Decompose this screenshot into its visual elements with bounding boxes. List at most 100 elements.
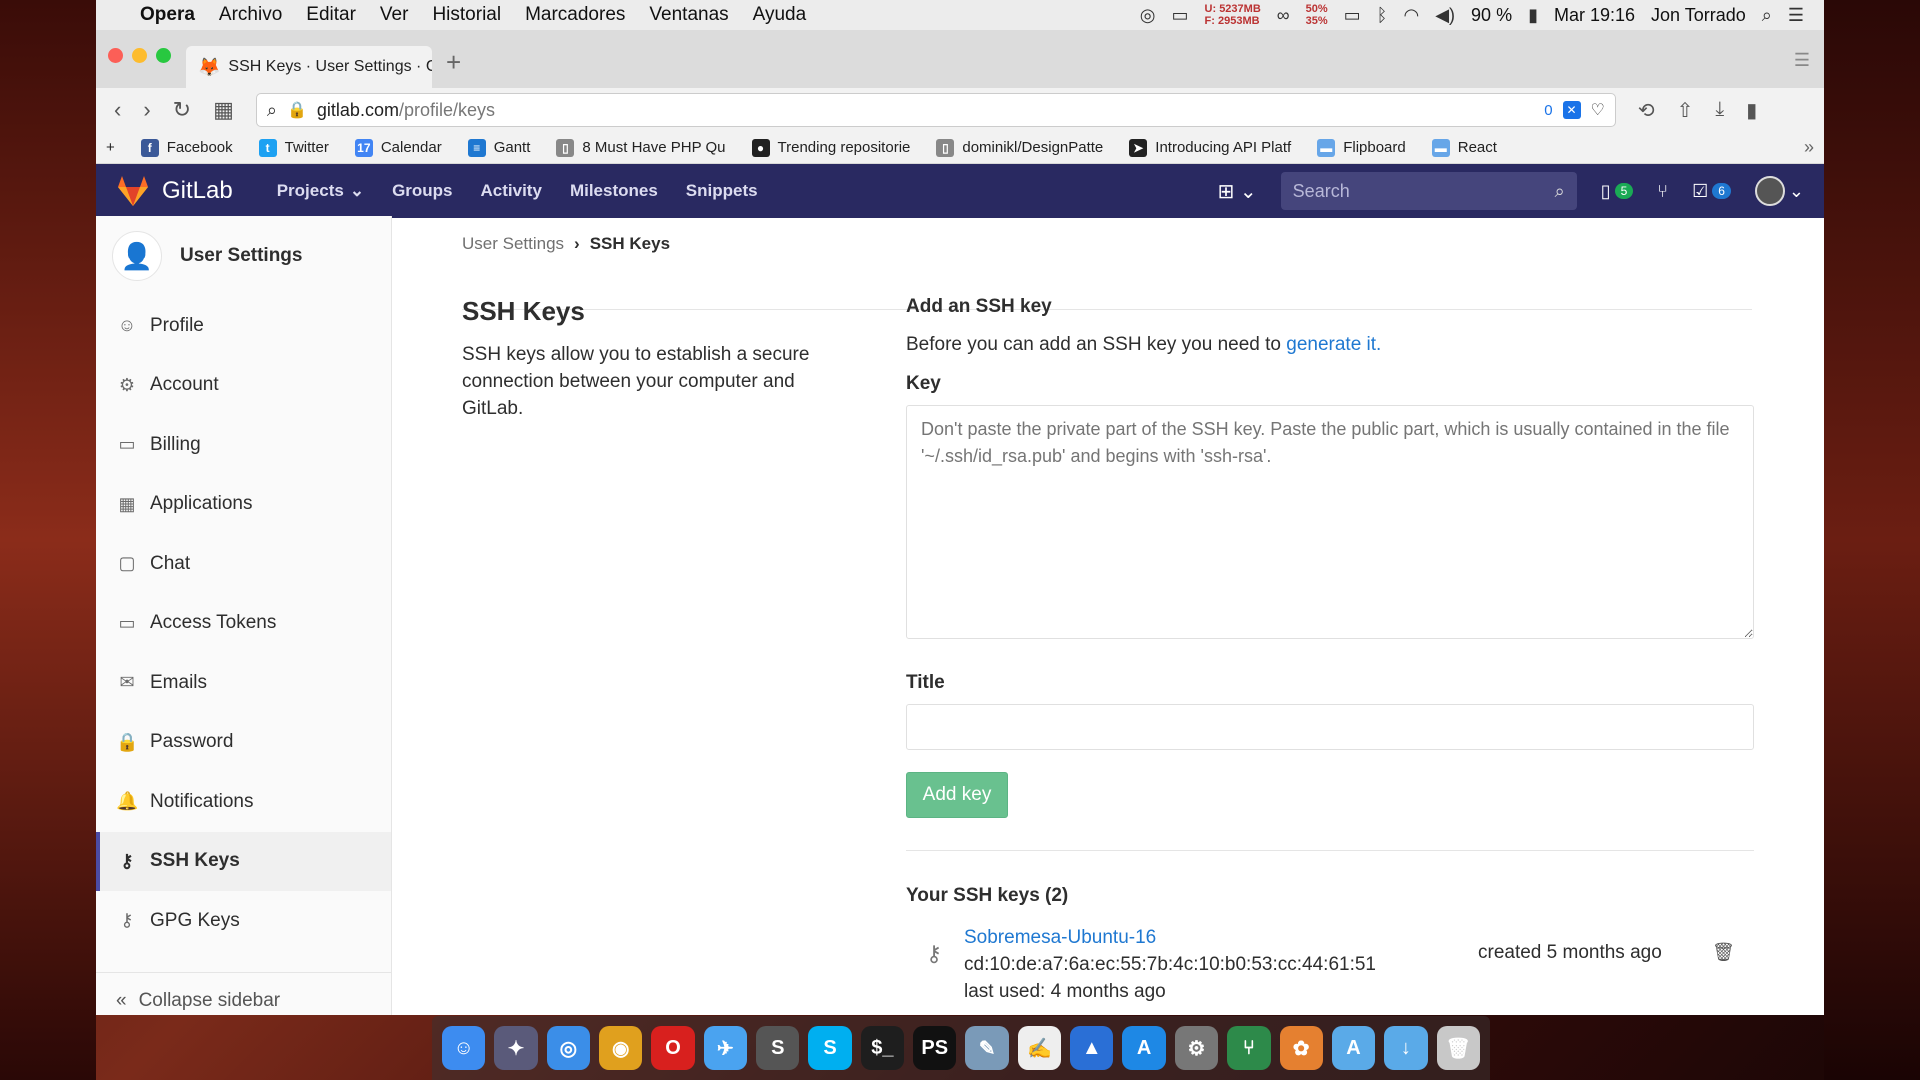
more-bookmarks-icon[interactable]: »: [1804, 137, 1814, 158]
wifi-icon[interactable]: ◠: [1403, 5, 1419, 26]
bookmark-item[interactable]: ≡ Gantt: [467, 138, 530, 157]
mail-app[interactable]: ✈: [703, 1026, 748, 1070]
menu-app[interactable]: Opera: [140, 4, 195, 26]
download-icon[interactable]: ⤓: [1715, 98, 1724, 123]
bookmark-item[interactable]: ▯ 8 Must Have PHP Qu: [556, 138, 726, 157]
trash-app[interactable]: 🗑: [1436, 1026, 1480, 1070]
sidebar-item-applications[interactable]: ▦ Applications: [96, 475, 391, 535]
title-input[interactable]: [906, 704, 1754, 750]
sidebar-item-ssh-keys[interactable]: ⚷ SSH Keys: [96, 831, 391, 891]
search-input[interactable]: Search ⌕: [1280, 172, 1577, 210]
menu-ver[interactable]: Ver: [380, 4, 409, 26]
sidebar-item-account[interactable]: ⚙ Account: [96, 356, 391, 416]
bookmark-item[interactable]: 17 Calendar: [354, 138, 442, 157]
textedit-app[interactable]: ✍: [1017, 1026, 1062, 1070]
bookmark-item[interactable]: ➤ Introducing API Platf: [1129, 138, 1291, 157]
menu-archivo[interactable]: Archivo: [219, 4, 282, 26]
creative-cloud-icon[interactable]: ◎: [1140, 5, 1156, 26]
finder-app[interactable]: ☺: [442, 1026, 486, 1070]
issues-button[interactable]: ▯ 5: [1601, 181, 1634, 202]
nav-activity[interactable]: Activity: [481, 181, 542, 201]
sidebar-header[interactable]: 👤 User Settings: [96, 216, 391, 296]
ssh-key-name-link[interactable]: Sobremesa-Ubuntu-16: [964, 927, 1156, 949]
minimize-window-button[interactable]: [132, 48, 147, 63]
notification-center-icon[interactable]: ☰: [1788, 5, 1804, 26]
bookmark-item[interactable]: ● Trending repositorie: [751, 138, 910, 157]
nav-projects[interactable]: Projects ⌄: [277, 181, 364, 201]
flower-app[interactable]: ✿: [1279, 1026, 1323, 1070]
address-bar[interactable]: ⌕ 🔒 gitlab.com/profile/keys 0 ✕ ♡: [255, 93, 1616, 127]
sidebar-item-profile[interactable]: ☺ Profile: [96, 296, 391, 356]
menu-editar[interactable]: Editar: [306, 4, 356, 26]
keynote-app[interactable]: ▲: [1070, 1026, 1114, 1070]
monitor-icon[interactable]: ▭: [1172, 5, 1189, 26]
opera-app[interactable]: O: [651, 1026, 695, 1070]
bookmark-item[interactable]: ▬ Flipboard: [1317, 138, 1406, 157]
clock[interactable]: Mar 19:16: [1554, 5, 1635, 26]
share-icon[interactable]: ⇧: [1677, 98, 1694, 123]
add-bookmark-icon[interactable]: +: [106, 139, 115, 156]
sidebar-item-billing[interactable]: ▭ Billing: [96, 415, 391, 475]
sidebar-item-emails[interactable]: ✉ Emails: [96, 653, 391, 713]
sidebar-item-password[interactable]: 🔒 Password: [96, 713, 391, 773]
user-menu[interactable]: ⌄: [1754, 176, 1804, 206]
bookmark-item[interactable]: f Facebook: [140, 138, 233, 157]
nav-groups[interactable]: Groups: [392, 181, 452, 201]
sidebar-item-gpg-keys[interactable]: ⚷ GPG Keys: [96, 891, 391, 951]
skype-app[interactable]: S: [808, 1026, 852, 1070]
sublime-app[interactable]: S: [756, 1026, 800, 1070]
tab-menu-icon[interactable]: ☰: [1794, 50, 1810, 71]
menu-ayuda[interactable]: Ayuda: [753, 4, 807, 26]
preview-app[interactable]: ✎: [965, 1026, 1009, 1070]
chrome-app[interactable]: ◉: [599, 1026, 643, 1070]
vpn-icon[interactable]: ⟲: [1638, 98, 1655, 123]
reload-icon[interactable]: ↻: [173, 97, 191, 123]
close-window-button[interactable]: [108, 48, 123, 63]
bookmark-item[interactable]: t Twitter: [258, 138, 329, 157]
nav-snippets[interactable]: Snippets: [686, 181, 758, 201]
sidebar-item-notifications[interactable]: 🔔 Notifications: [96, 772, 391, 832]
gitlab-logo[interactable]: GitLab: [116, 175, 233, 207]
nav-milestones[interactable]: Milestones: [570, 181, 658, 201]
battery-icon[interactable]: ▮: [1528, 5, 1538, 26]
speed-dial-icon[interactable]: ▦: [213, 97, 234, 123]
zoom-window-button[interactable]: [156, 48, 171, 63]
apps-folder[interactable]: A: [1331, 1026, 1376, 1070]
sidebar-item-access-tokens[interactable]: ▭ Access Tokens: [96, 594, 391, 654]
delete-key-icon[interactable]: 🗑: [1712, 942, 1735, 963]
sourcetree-app[interactable]: ⑂: [1227, 1026, 1271, 1070]
phpstorm-app[interactable]: PS: [913, 1026, 957, 1070]
merge-requests-button[interactable]: ⑂: [1657, 181, 1668, 202]
todos-button[interactable]: ☑ 6: [1692, 181, 1731, 202]
lock-icon[interactable]: 🔒: [287, 100, 307, 120]
tab-ssh-keys[interactable]: 🦊 SSH Keys · User Settings · Gi: [186, 46, 432, 88]
generate-it-link[interactable]: generate it.: [1286, 334, 1381, 355]
menu-marcadores[interactable]: Marcadores: [525, 4, 625, 26]
bluetooth-icon[interactable]: ᛒ: [1377, 5, 1388, 26]
battery-saver-icon[interactable]: ▮: [1746, 98, 1757, 123]
user-name[interactable]: Jon Torrado: [1651, 5, 1746, 26]
launchpad-app[interactable]: ✦: [494, 1026, 538, 1070]
glasses-icon[interactable]: ∞: [1277, 5, 1290, 26]
preferences-app[interactable]: ⚙: [1174, 1026, 1219, 1070]
menu-ventanas[interactable]: Ventanas: [649, 4, 728, 26]
back-icon[interactable]: ‹: [114, 97, 121, 123]
terminal-app[interactable]: $_: [860, 1026, 905, 1070]
volume-icon[interactable]: ◀): [1435, 5, 1455, 26]
extension-icon[interactable]: ✕: [1562, 101, 1581, 119]
key-textarea[interactable]: [906, 405, 1754, 639]
add-key-button[interactable]: Add key: [906, 772, 1008, 818]
battery-percent[interactable]: 90 %: [1471, 5, 1512, 26]
spotlight-icon[interactable]: ⌕: [1762, 5, 1772, 26]
sidebar-item-chat[interactable]: ▢ Chat: [96, 534, 391, 594]
downloads-folder[interactable]: ↓: [1384, 1026, 1428, 1070]
menu-historial[interactable]: Historial: [432, 4, 501, 26]
heart-icon[interactable]: ♡: [1591, 100, 1605, 120]
safari-app[interactable]: ◎: [546, 1026, 591, 1070]
breadcrumb-parent[interactable]: User Settings: [462, 234, 564, 254]
airplay-icon[interactable]: ▭: [1344, 5, 1361, 26]
appstore-app[interactable]: A: [1122, 1026, 1166, 1070]
bookmark-item[interactable]: ▯ dominikl/DesignPatte: [936, 138, 1103, 157]
forward-icon[interactable]: ›: [143, 97, 150, 123]
breadcrumb-current[interactable]: SSH Keys: [590, 234, 670, 254]
